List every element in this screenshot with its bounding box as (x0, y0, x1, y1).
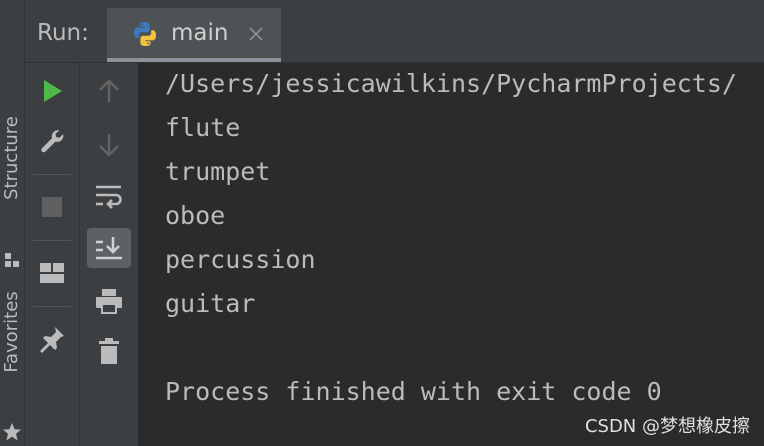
console-line-exit-status: Process finished with exit code 0 (165, 377, 662, 406)
edit-configuration-button[interactable] (30, 121, 74, 161)
watermark: CSDN @梦想橡皮擦 (584, 416, 750, 437)
console-line: oboe (165, 201, 226, 230)
toolbar-separator (33, 306, 71, 307)
tab-main-label: main (171, 20, 229, 46)
rerun-button[interactable] (30, 71, 74, 111)
console-line-path: /Users/jessicawilkins/PycharmProjects/ (165, 69, 737, 98)
active-tab-indicator (107, 58, 281, 62)
play-icon (44, 80, 62, 102)
stop-icon (42, 197, 62, 217)
scroll-to-end-icon (96, 237, 122, 260)
run-toolbar-primary (25, 63, 80, 446)
wrench-icon (41, 130, 64, 153)
console-line: guitar (165, 289, 256, 318)
soft-wrap-button[interactable] (87, 177, 131, 217)
console-line: flute (165, 113, 241, 142)
run-label: Run: (37, 20, 89, 46)
stop-button[interactable] (30, 187, 74, 227)
star-icon (3, 423, 21, 441)
previous-occurrence-button[interactable] (87, 71, 131, 111)
tab-main[interactable]: main (107, 8, 281, 62)
pin-icon (40, 327, 64, 353)
structure-tool-button[interactable]: Structure (0, 114, 24, 202)
python-icon (134, 22, 156, 46)
next-occurrence-button[interactable] (87, 125, 131, 165)
soft-wrap-icon (96, 185, 122, 209)
console-output[interactable]: /Users/jessicawilkins/PycharmProjects/ f… (139, 63, 764, 446)
console-line: trumpet (165, 157, 271, 186)
trash-icon (99, 338, 119, 364)
pin-tab-button[interactable] (30, 319, 74, 359)
run-panel-header: Run: main (25, 8, 764, 63)
toolbar-separator (33, 174, 71, 175)
structure-icon (5, 253, 19, 267)
arrow-up-icon (99, 79, 119, 102)
arrow-down-icon (99, 134, 119, 157)
close-icon[interactable] (247, 25, 265, 43)
favorites-tool-button[interactable]: Favorites (0, 288, 24, 376)
run-toolbar-secondary (80, 63, 139, 446)
layout-icon (40, 263, 64, 283)
console-line: percussion (165, 245, 316, 274)
print-button[interactable] (87, 281, 131, 321)
toolbar-separator (33, 240, 71, 241)
clear-all-button[interactable] (87, 331, 131, 371)
window-top-border (0, 0, 764, 8)
scroll-to-end-button[interactable] (87, 228, 131, 268)
tool-window-strip: Structure Favorites (0, 0, 25, 446)
restore-layout-button[interactable] (30, 253, 74, 293)
print-icon (96, 289, 122, 314)
